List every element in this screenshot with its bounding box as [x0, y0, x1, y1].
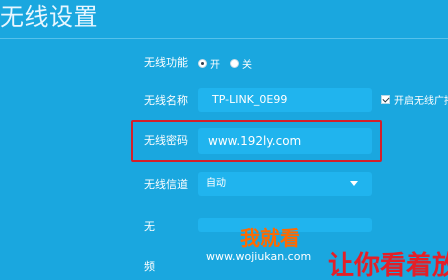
- wireless-name-label: 无线名称: [144, 94, 188, 107]
- watermark-url: www.wojiukan.com: [206, 250, 312, 263]
- wireless-function-radios: 开 关: [198, 56, 262, 71]
- wireless-name-input[interactable]: TP-LINK_0E99: [198, 88, 372, 112]
- partial-label-1: 无: [144, 220, 155, 233]
- broadcast-label: 开启无线广播: [394, 96, 448, 107]
- radio-off[interactable]: [230, 58, 239, 68]
- channel-value: 自动: [206, 178, 226, 189]
- wireless-function-label: 无线功能: [144, 56, 188, 69]
- broadcast-checkbox[interactable]: [381, 95, 390, 104]
- radio-off-label[interactable]: 关: [242, 56, 252, 71]
- wireless-channel-select[interactable]: 自动: [198, 172, 372, 196]
- radio-on-label[interactable]: 开: [210, 56, 220, 71]
- radio-on[interactable]: [198, 58, 207, 68]
- wireless-password-input[interactable]: www.192ly.com: [198, 128, 372, 154]
- title-divider: [0, 38, 448, 39]
- watermark-logo: 我就看: [240, 226, 300, 250]
- watermark-logo-text: 我就看: [240, 226, 300, 250]
- broadcast-toggle[interactable]: 开启无线广播: [381, 92, 448, 107]
- watermark-red-overlay: 让你看着放心: [328, 226, 448, 280]
- chevron-down-icon: [350, 181, 358, 186]
- watermark-red-text: 让你看着放心: [328, 251, 448, 280]
- wireless-password-label: 无线密码: [144, 134, 188, 147]
- wireless-channel-label: 无线信道: [144, 178, 188, 191]
- page-title: 无线设置: [0, 3, 98, 31]
- partial-label-2: 频: [144, 260, 155, 273]
